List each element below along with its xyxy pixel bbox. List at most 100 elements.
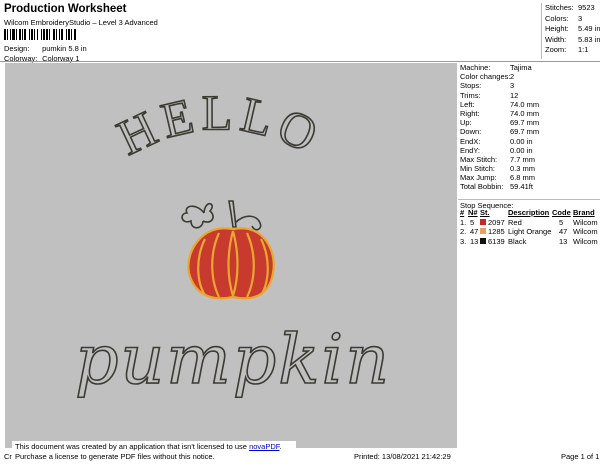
- info-row: Down: 69.7 mm: [458, 127, 600, 136]
- stop-table-header: # N# St. Description Code Brand: [458, 208, 600, 218]
- pumpkin-stem-icon: [181, 200, 262, 231]
- thread-brand: Wilcom: [573, 217, 598, 227]
- info-row: Stops: 3: [458, 81, 600, 90]
- thread-code: 47: [559, 227, 568, 236]
- info-row: EndY: 0.00 in: [458, 146, 600, 155]
- column-header: Description: [508, 208, 550, 217]
- info-row: Up: 69.7 mm: [458, 118, 600, 127]
- stat-value: 1:1: [578, 45, 589, 55]
- stop-row: 3. 13 6139 Black 13 Wilcom: [458, 237, 600, 247]
- stop-number: 3.: [460, 236, 467, 246]
- summary-stats: Stitches: 9523 Colors: 3 Height: 5.49 in Wi…: [541, 3, 600, 59]
- info-row: Left: 74.0 mm: [458, 100, 600, 109]
- color-swatch: [480, 228, 486, 234]
- needle-number: 47: [470, 227, 479, 236]
- info-label: EndX:: [460, 136, 481, 146]
- needle-number: 13: [470, 236, 479, 246]
- stitch-count: 2097: [488, 217, 505, 227]
- stat-row: Stitches: 9523: [545, 3, 600, 14]
- stat-label: Zoom:: [545, 45, 567, 55]
- info-row: Min Stitch: 0.3 mm: [458, 164, 600, 173]
- column-header: St.: [480, 208, 490, 217]
- stitch-count: 1285: [488, 227, 505, 236]
- design-label: Design:: [4, 44, 30, 53]
- info-value: 6.8 mm: [510, 173, 536, 183]
- notice-line-2: Purchase a license to generate PDF files…: [15, 451, 215, 461]
- info-row: Right: 74.0 mm: [458, 109, 600, 118]
- stop-sequence-table: # N# St. Description Code Brand 1. 5 2097 Red 5 Wil…: [458, 208, 600, 246]
- page-title: Production Worksheet: [4, 3, 127, 15]
- info-label: Down:: [460, 127, 482, 137]
- stat-label: Width:: [545, 34, 567, 44]
- machine-info-panel: Machine: Tajima Color changes: 2 Stops: 3 Trim…: [458, 63, 600, 192]
- header-divider: [0, 61, 600, 62]
- info-row: Total Bobbin: 59.41ft: [458, 182, 600, 191]
- stat-label: Stitches:: [545, 3, 574, 12]
- stop-number: 2.: [460, 227, 467, 236]
- info-label: Color changes:: [460, 72, 511, 82]
- info-label: EndY:: [460, 145, 481, 155]
- info-label: Machine:: [460, 63, 491, 72]
- design-preview: HELLO pumpkin: [5, 63, 457, 448]
- info-label: Trims:: [460, 90, 481, 100]
- worksheet-page: Production Worksheet Wilcom EmbroiderySt…: [0, 0, 600, 464]
- info-label: Max Stitch:: [460, 154, 498, 164]
- column-header: Code: [552, 208, 571, 217]
- stat-label: Colors:: [545, 13, 569, 23]
- info-label: Left:: [460, 99, 475, 109]
- info-row: Color changes: 2: [458, 72, 600, 81]
- column-header: Brand: [573, 208, 595, 217]
- footer-left: Cr: [4, 452, 12, 461]
- info-value: 12: [510, 90, 519, 100]
- page-number: Page 1 of 1: [561, 452, 600, 461]
- needle-number: 5: [470, 217, 475, 227]
- thread-description: Light Orange: [508, 227, 552, 236]
- stop-row: 2. 47 1285 Light Orange 47 Wilcom: [458, 227, 600, 237]
- info-value: 0.00 in: [510, 145, 533, 155]
- novapdf-link[interactable]: novaPDF: [249, 442, 279, 451]
- barcode-bar: [76, 29, 77, 40]
- stat-value: 5.83 in: [578, 34, 600, 44]
- thread-code: 13: [559, 236, 568, 246]
- info-label: Stops:: [460, 81, 482, 91]
- info-row: EndX: 0.00 in: [458, 137, 600, 146]
- software-subtitle: Wilcom EmbroideryStudio – Level 3 Advanc…: [4, 18, 158, 27]
- stitch-count: 6139: [488, 236, 505, 246]
- thread-brand: Wilcom: [573, 236, 598, 246]
- thread-description: Black: [508, 236, 527, 246]
- info-value: 2: [510, 72, 515, 82]
- stat-value: 5.49 in: [578, 24, 600, 34]
- info-label: Min Stitch:: [460, 164, 496, 174]
- info-value: 3: [510, 81, 515, 91]
- stat-row: Height: 5.49 in: [545, 24, 600, 35]
- design-value: pumkin 5.8 in: [42, 44, 87, 53]
- info-label: Max Jump:: [460, 173, 497, 183]
- info-value: 0.00 in: [510, 136, 533, 146]
- stat-label: Height:: [545, 24, 569, 34]
- info-row: Machine: Tajima: [458, 63, 600, 72]
- info-value: Tajima: [510, 63, 532, 72]
- stop-row: 1. 5 2097 Red 5 Wilcom: [458, 218, 600, 228]
- info-row: Trims: 12: [458, 91, 600, 100]
- info-row: Max Stitch: 7.7 mm: [458, 155, 600, 164]
- color-swatch: [480, 237, 486, 244]
- stat-value: 9523: [578, 3, 595, 12]
- barcode: [4, 29, 116, 40]
- stop-number: 1.: [460, 217, 467, 227]
- info-value: 7.7 mm: [510, 154, 536, 164]
- notice-period: .: [279, 442, 282, 451]
- column-header: N#: [468, 208, 478, 217]
- info-label: Total Bobbin:: [460, 182, 504, 192]
- stat-row: Zoom: 1:1: [545, 45, 600, 56]
- column-header: #: [460, 208, 465, 217]
- stat-row: Width: 5.83 in: [545, 35, 600, 46]
- info-row: Max Jump: 6.8 mm: [458, 173, 600, 182]
- pumpkin-icon: [187, 227, 275, 300]
- design-line: Design: pumkin 5.8 in: [4, 44, 87, 53]
- thread-description: Red: [508, 217, 522, 227]
- info-label: Up:: [460, 118, 472, 128]
- info-value: 0.3 mm: [510, 164, 536, 174]
- notice-line-1: This document was created by an applicat…: [15, 442, 293, 452]
- pumpkin-text: pumpkin: [75, 321, 391, 400]
- hello-text: HELLO: [109, 84, 332, 165]
